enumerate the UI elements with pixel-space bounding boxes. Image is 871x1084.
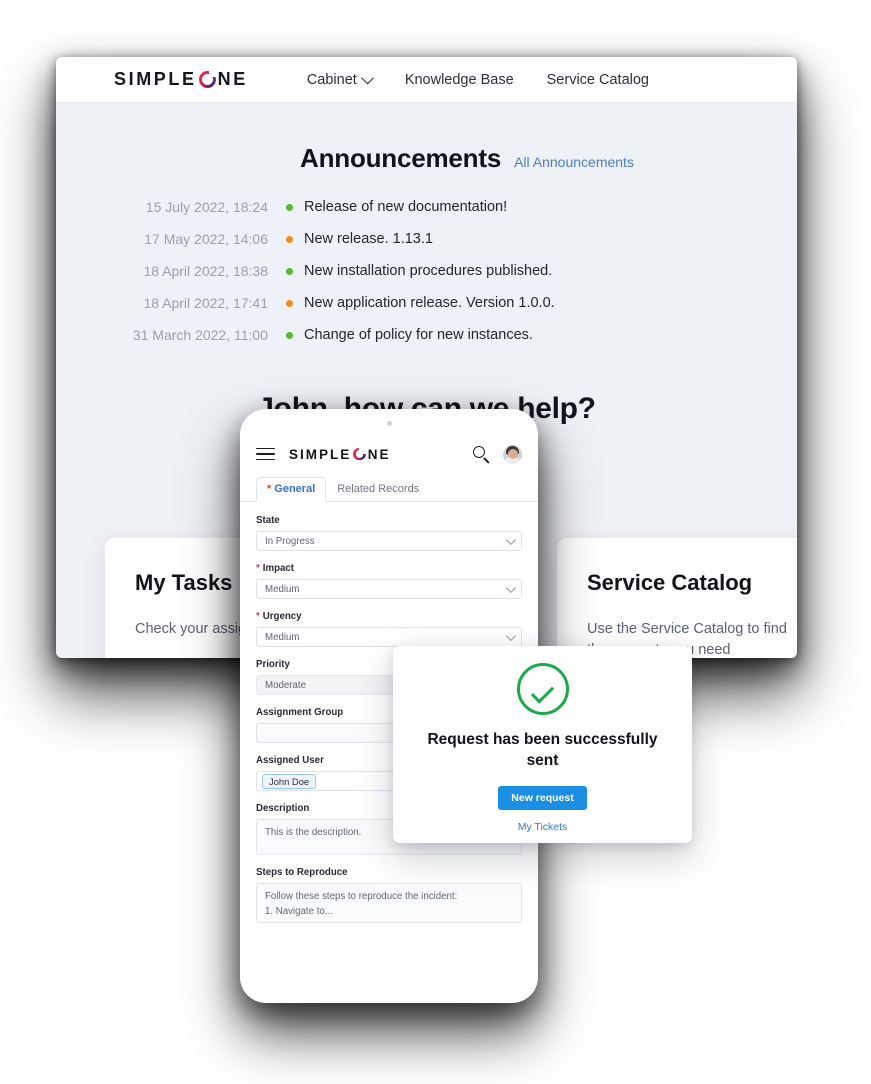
announcement-row[interactable]: 18 April 2022, 17:41 New application rel…: [56, 287, 797, 319]
status-dot: [286, 331, 293, 339]
hamburger-menu-icon[interactable]: [256, 447, 275, 461]
nav-item-service-catalog[interactable]: Service Catalog: [547, 72, 649, 88]
announcement-date: 18 April 2022, 17:41: [143, 295, 268, 311]
announcement-text: Change of policy for new instances.: [304, 327, 533, 343]
logo-text-after: NE: [217, 69, 248, 89]
field-value: Moderate: [265, 679, 306, 691]
field-label: State: [256, 515, 280, 526]
user-avatar[interactable]: [503, 444, 522, 464]
form-tabs: * General Related Records: [240, 476, 538, 502]
search-icon[interactable]: [473, 445, 490, 463]
card-title: Service Catalog: [587, 570, 753, 595]
simpleone-logo[interactable]: SIMPLE NE: [114, 69, 248, 90]
steps-to-reproduce-textarea[interactable]: Follow these steps to reproduce the inci…: [256, 883, 522, 923]
field-label: * Impact: [256, 563, 522, 574]
field-label-text: Impact: [262, 563, 295, 574]
required-asterisk: *: [256, 611, 260, 622]
status-dot: [286, 267, 293, 275]
impact-select[interactable]: Medium: [256, 579, 522, 599]
announcement-row[interactable]: 18 April 2022, 18:38 New installation pr…: [56, 255, 797, 287]
nav-label-cabinet: Cabinet: [306, 71, 357, 88]
card-service-catalog[interactable]: Service Catalog Use the Service Catalog …: [557, 538, 797, 658]
main-navigation: Cabinet Knowledge Base Service Catalog: [307, 72, 649, 88]
assigned-user-chip[interactable]: John Doe: [262, 773, 317, 789]
success-check-circle-icon: [516, 663, 569, 715]
announcements-list: 15 July 2022, 18:24 Release of new docum…: [56, 191, 797, 351]
announcement-date: 31 March 2022, 11:00: [132, 327, 268, 343]
field-value: Medium: [265, 583, 300, 595]
all-announcements-link[interactable]: All Announcements: [514, 154, 634, 170]
simpleone-ring-logo-icon: [353, 447, 366, 461]
success-dialog: Request has been successfully sent New r…: [393, 646, 692, 843]
announcements-title: Announcements: [300, 143, 502, 173]
logo-text-before: SIMPLE: [114, 69, 197, 89]
field-value: Medium: [265, 631, 300, 643]
field-label-text: Urgency: [262, 611, 302, 622]
status-dot: [286, 203, 293, 211]
status-dot: [286, 299, 293, 307]
announcement-row[interactable]: 31 March 2022, 11:00 Change of policy fo…: [56, 319, 797, 351]
announcement-date: 17 May 2022, 14:06: [144, 231, 268, 247]
required-asterisk: *: [256, 563, 260, 574]
field-steps-to-reproduce: Steps to Reproduce Follow these steps to…: [256, 867, 522, 923]
tab-general[interactable]: * General: [256, 477, 327, 502]
chevron-down-icon: [505, 534, 516, 545]
state-select[interactable]: In Progress: [256, 531, 522, 551]
announcement-row[interactable]: 15 July 2022, 18:24 Release of new docum…: [56, 191, 797, 223]
announcement-date: 15 July 2022, 18:24: [145, 199, 268, 215]
phone-speaker-dot: [386, 421, 392, 426]
simpleone-ring-logo-icon: [198, 71, 216, 88]
announcement-text: New installation procedures published.: [304, 263, 553, 279]
phone-header: SIMPLE NE: [240, 432, 538, 476]
chevron-down-icon: [360, 71, 374, 85]
logo-text-after: NE: [367, 446, 391, 462]
field-label: Steps to Reproduce: [256, 867, 348, 878]
logo-text-before: SIMPLE: [289, 446, 352, 462]
announcement-text: New release. 1.13.1: [304, 231, 433, 247]
nav-item-cabinet[interactable]: Cabinet: [306, 71, 374, 88]
chevron-down-icon: [505, 630, 516, 641]
screenshot-stage: SIMPLE NE Cabinet Knowledge Base Service …: [0, 0, 871, 1084]
phone-simpleone-logo[interactable]: SIMPLE NE: [289, 447, 391, 462]
chevron-down-icon: [505, 582, 516, 593]
field-urgency: * Urgency Medium: [256, 611, 522, 647]
tab-label: General: [274, 483, 316, 495]
required-asterisk: *: [267, 483, 272, 495]
status-dot: [286, 235, 293, 243]
tab-related-records[interactable]: Related Records: [326, 483, 430, 501]
field-value: In Progress: [265, 535, 315, 547]
field-state: State In Progress: [256, 515, 522, 551]
field-impact: * Impact Medium: [256, 563, 522, 599]
announcement-text: Release of new documentation!: [304, 199, 508, 215]
new-request-button[interactable]: New request: [498, 785, 587, 810]
nav-item-knowledge-base[interactable]: Knowledge Base: [405, 72, 514, 88]
my-tickets-link[interactable]: My Tickets: [518, 821, 568, 833]
phone-header-actions: [473, 444, 522, 464]
announcements-header: Announcements All Announcements: [56, 103, 797, 174]
urgency-select[interactable]: Medium: [256, 627, 522, 647]
dialog-title: Request has been successfully sent: [427, 731, 658, 770]
site-header: SIMPLE NE Cabinet Knowledge Base Service …: [56, 57, 797, 103]
announcement-date: 18 April 2022, 18:38: [143, 263, 268, 279]
announcement-row[interactable]: 17 May 2022, 14:06 New release. 1.13.1: [56, 223, 797, 255]
field-label: * Urgency: [256, 611, 522, 622]
announcement-text: New application release. Version 1.0.0.: [304, 295, 555, 311]
